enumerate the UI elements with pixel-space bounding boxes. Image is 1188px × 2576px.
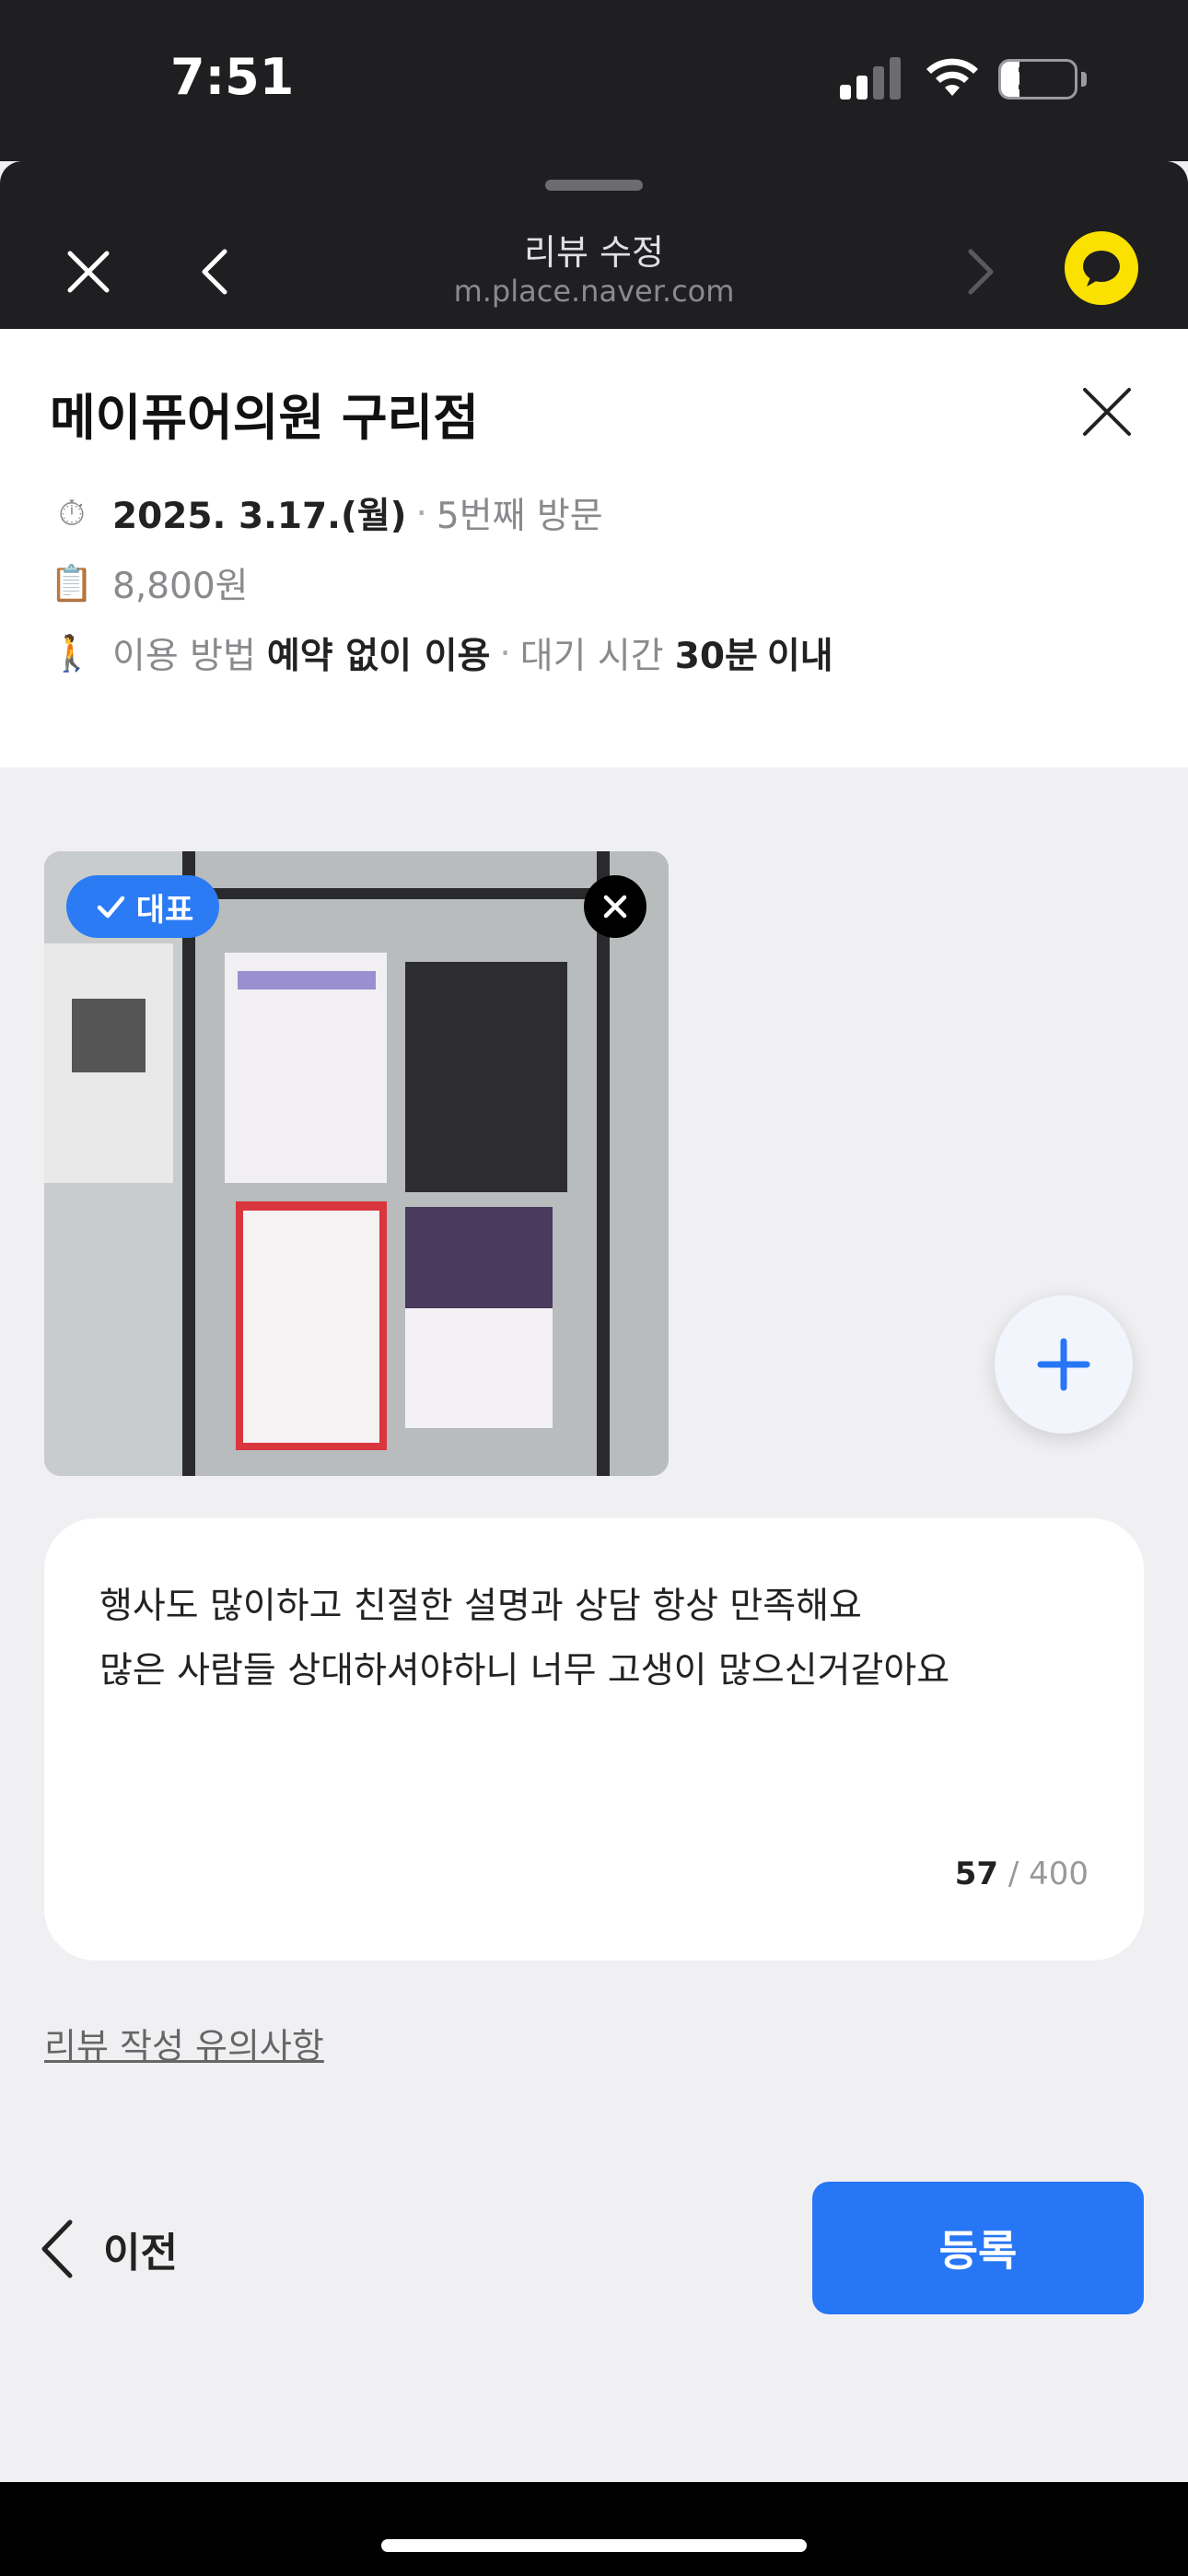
cellular-signal-icon xyxy=(840,57,901,100)
status-bar: 7:51 25 xyxy=(0,0,1188,161)
wait-suffix: 이내 xyxy=(766,636,833,677)
home-indicator-area xyxy=(0,2482,1188,2576)
close-icon[interactable] xyxy=(1074,379,1140,445)
checkmark-icon xyxy=(97,896,124,919)
submit-button-label: 등록 xyxy=(938,2226,1018,2276)
wait-label: 대기 시간 xyxy=(519,636,664,677)
stopwatch-icon: ⏱ xyxy=(58,492,86,533)
place-name: 메이퓨어의원 구리점 xyxy=(50,389,479,447)
battery-level: 25 xyxy=(1016,61,1060,98)
review-textarea[interactable]: 행사도 많이하고 친절한 설명과 상담 항상 만족해요 많은 사람들 상대하셔야… xyxy=(44,1518,1144,1961)
review-text-line-2: 많은 사람들 상대하셔야하니 너무 고생이 많으신거같아요 xyxy=(99,1650,950,1692)
wifi-icon xyxy=(926,58,978,96)
browser-header: 리뷰 수정 m.place.naver.com xyxy=(0,161,1188,329)
sheet-grabber[interactable] xyxy=(545,180,643,191)
photo-image xyxy=(44,851,669,1476)
remove-photo-button[interactable] xyxy=(584,875,646,938)
representative-badge-label: 대표 xyxy=(135,891,194,929)
price-row: 📋 8,800원 xyxy=(50,557,249,609)
close-icon xyxy=(603,895,627,919)
battery-icon: 25 xyxy=(998,59,1077,100)
receipt-icon: 📋 xyxy=(50,562,94,603)
home-indicator[interactable] xyxy=(381,2539,807,2552)
character-max: / 400 xyxy=(1007,1856,1089,1892)
chevron-left-icon xyxy=(41,2219,73,2278)
usage-label: 이용 방법 xyxy=(112,636,256,677)
visit-count: 5번째 방문 xyxy=(436,496,603,537)
submit-button[interactable]: 등록 xyxy=(812,2182,1144,2314)
wait-time: 30분 xyxy=(674,636,758,677)
visit-date: 2025. 3.17.(월) xyxy=(112,496,407,537)
review-text-line-1: 행사도 많이하고 친절한 설명과 상담 항상 만족해요 xyxy=(99,1586,862,1627)
previous-button[interactable]: 이전 xyxy=(37,2207,178,2290)
usage-row: 🚶 이용 방법 예약 없이 이용 · 대기 시간 30분 이내 xyxy=(50,627,833,679)
kakaotalk-share-button[interactable] xyxy=(1065,231,1138,305)
representative-photo-badge[interactable]: 대표 xyxy=(66,875,219,938)
walking-person-icon: 🚶 xyxy=(50,632,94,673)
previous-button-label: 이전 xyxy=(103,2230,178,2277)
chat-bubble-icon xyxy=(1083,251,1120,287)
visit-info-card: 메이퓨어의원 구리점 ⏱ 2025. 3.17.(월) · 5번째 방문 📋 8… xyxy=(0,329,1188,767)
review-photo[interactable] xyxy=(44,851,669,1476)
visit-date-row: ⏱ 2025. 3.17.(월) · 5번째 방문 xyxy=(50,487,603,539)
forward-icon[interactable] xyxy=(943,237,1013,307)
review-guidelines-link[interactable]: 리뷰 작성 유의사항 xyxy=(44,2018,324,2068)
status-time: 7:51 xyxy=(170,48,295,106)
price: 8,800원 xyxy=(112,566,249,607)
character-counter: 57 / 400 xyxy=(955,1856,1089,1892)
character-count: 57 xyxy=(954,1856,999,1892)
plus-icon xyxy=(1037,1338,1090,1391)
usage-value: 예약 없이 이용 xyxy=(266,636,491,677)
add-photo-button[interactable] xyxy=(995,1295,1133,1434)
